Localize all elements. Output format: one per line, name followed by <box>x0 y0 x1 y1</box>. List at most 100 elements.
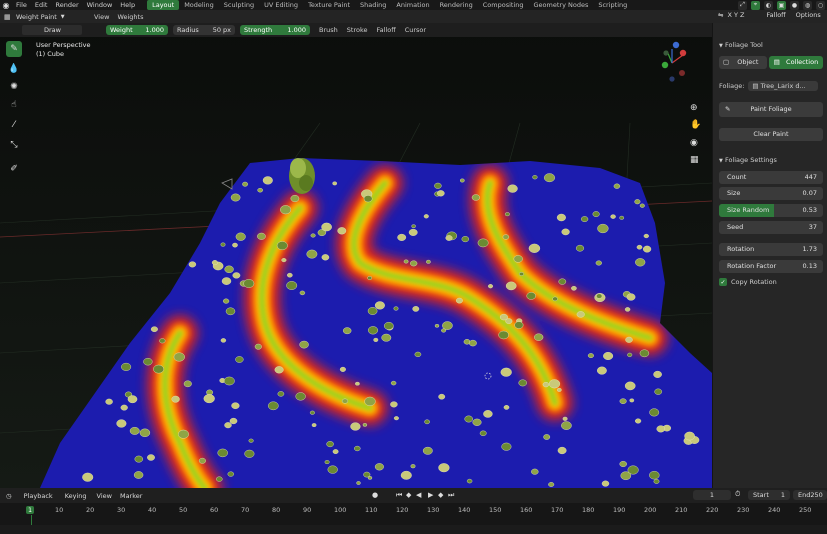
end-frame-field[interactable]: End 250 <box>793 490 827 500</box>
menu-file[interactable]: File <box>12 0 31 10</box>
rendered-shading-icon[interactable]: ○ <box>816 0 825 10</box>
menu-render[interactable]: Render <box>51 0 82 10</box>
menu-edit[interactable]: Edit <box>31 0 52 10</box>
foliage-instance <box>504 212 510 217</box>
tab-compositing[interactable]: Compositing <box>478 0 529 10</box>
tab-sculpting[interactable]: Sculpting <box>219 0 259 10</box>
draw-brush-icon[interactable]: ✎ <box>6 41 22 57</box>
clear-paint-button[interactable]: Clear Paint <box>719 128 823 141</box>
transform-icon[interactable]: ⤢ <box>738 0 747 10</box>
copy-rotation-checkbox[interactable]: ✓ <box>719 278 727 286</box>
next-keyframe-icon[interactable]: ◆ <box>438 491 443 499</box>
axis-xyz[interactable]: X Y Z <box>727 11 744 19</box>
zoom-icon[interactable]: ⊕ <box>690 103 698 113</box>
ortho-grid-icon[interactable]: ▦ <box>690 155 699 165</box>
options-dropdown[interactable]: Options <box>796 11 821 19</box>
menu-window[interactable]: Window <box>83 0 117 10</box>
3d-viewport[interactable]: User Perspective (1) Cube ⊕ ✋ ◉ ▦ <box>0 23 712 488</box>
object-mode-button[interactable]: ▢ Object <box>719 56 767 69</box>
clock-icon[interactable]: ◷ <box>6 492 12 500</box>
foliage-settings-header[interactable]: ▼ Foliage Settings <box>719 156 777 164</box>
foliage-instance <box>534 333 544 341</box>
foliage-instance <box>624 307 631 312</box>
timeline-view-menu[interactable]: View <box>97 492 112 500</box>
editor-type-icon[interactable]: ▦ <box>4 13 11 21</box>
prev-keyframe-icon[interactable]: ◆ <box>406 491 411 499</box>
jump-start-icon[interactable]: ⏮ <box>396 491 402 500</box>
stopwatch-icon[interactable]: ⏱ <box>735 490 740 499</box>
play-reverse-icon[interactable]: ◀ <box>416 491 421 499</box>
strength-field[interactable]: Strength 1.000 <box>240 25 310 35</box>
paint-foliage-button[interactable]: ✎ Paint Foliage <box>719 102 823 117</box>
menu-view[interactable]: View <box>94 13 109 21</box>
timeline-tick: 90 <box>303 506 312 514</box>
viewport-canvas[interactable] <box>0 23 712 488</box>
brush-dropdown[interactable]: Brush <box>319 26 338 34</box>
playhead[interactable] <box>31 515 32 525</box>
seed-field[interactable]: Seed 37 <box>719 221 823 234</box>
tab-texture-paint[interactable]: Texture Paint <box>303 0 355 10</box>
play-icon[interactable]: ▶ <box>428 491 433 499</box>
current-frame-field[interactable]: 1 <box>693 490 731 500</box>
snap-icon[interactable]: ⌖ <box>751 0 760 10</box>
menu-weights[interactable]: Weights <box>117 13 143 21</box>
mirror-icon[interactable]: ⇋ <box>718 11 723 19</box>
collection-mode-button[interactable]: ▤ Collection <box>769 56 823 69</box>
foliage-instance <box>597 223 609 234</box>
keying-dropdown[interactable]: Keying <box>65 492 87 500</box>
blender-logo-icon[interactable]: ◉ <box>0 0 12 10</box>
foliage-instance <box>381 333 392 342</box>
foliage-instance <box>455 297 463 304</box>
tab-shading[interactable]: Shading <box>355 0 391 10</box>
gradient-icon[interactable]: ⤡ <box>6 137 22 153</box>
start-frame-field[interactable]: Start 1 <box>748 490 790 500</box>
timeline-tick: 140 <box>458 506 471 514</box>
foliage-instance <box>133 471 144 479</box>
foliage-instance <box>513 255 523 263</box>
foliage-tool-header[interactable]: ▼ Foliage Tool <box>719 41 763 49</box>
marker-menu[interactable]: Marker <box>120 492 142 500</box>
jump-end-icon[interactable]: ⏭ <box>448 491 454 500</box>
annotate-icon[interactable]: ✐ <box>6 161 22 177</box>
blur-drop-icon[interactable]: 💧 <box>6 61 22 77</box>
radius-field[interactable]: Radius 50 px <box>173 25 235 35</box>
weight-field[interactable]: Weight 1.000 <box>106 25 168 35</box>
rotation-field[interactable]: Rotation 1.73 <box>719 243 823 256</box>
tab-rendering[interactable]: Rendering <box>435 0 478 10</box>
collection-button-label: Collection <box>786 58 819 66</box>
smear-icon[interactable]: ☝ <box>6 97 22 113</box>
tab-animation[interactable]: Animation <box>391 0 434 10</box>
solid-shading-icon[interactable]: ● <box>790 0 799 10</box>
rotation-label: Rotation <box>727 245 755 253</box>
foliage-instance <box>217 448 228 458</box>
tab-geometry-nodes[interactable]: Geometry Nodes <box>529 0 594 10</box>
tool-draw-field[interactable]: Draw <box>22 25 82 35</box>
average-icon[interactable]: ✺ <box>6 79 22 95</box>
tab-layout[interactable]: Layout <box>147 0 180 10</box>
sample-weight-icon[interactable]: ⁄ <box>6 117 22 133</box>
count-field[interactable]: Count 447 <box>719 171 823 184</box>
timeline-scrubber[interactable]: 1 10 20 30 40 50 60 70 80 90 100 110 120 130 140 150 160… <box>0 503 827 525</box>
pan-hand-icon[interactable]: ✋ <box>690 120 701 130</box>
cursor-dropdown[interactable]: Cursor <box>405 26 426 34</box>
rotation-factor-field[interactable]: Rotation Factor 0.13 <box>719 260 823 273</box>
overlay-icon[interactable]: ◐ <box>764 0 773 10</box>
material-shading-icon[interactable]: ◍ <box>803 0 812 10</box>
tab-scripting[interactable]: Scripting <box>593 0 632 10</box>
stroke-dropdown[interactable]: Stroke <box>347 26 368 34</box>
size-field[interactable]: Size 0.07 <box>719 187 823 200</box>
mode-dropdown[interactable]: Weight Paint ▼ <box>16 12 86 22</box>
playback-dropdown[interactable]: Playback <box>24 492 53 500</box>
foliage-instance <box>548 379 561 389</box>
foliage-collection-field[interactable]: ▤ Tree_Larix d... <box>748 81 819 91</box>
menu-help[interactable]: Help <box>116 0 139 10</box>
size-random-slider[interactable]: Size Random 0.53 <box>719 204 823 217</box>
record-icon[interactable]: ● <box>372 491 378 499</box>
tab-modeling[interactable]: Modeling <box>179 0 219 10</box>
falloff-tool-dropdown[interactable]: Falloff <box>376 26 395 34</box>
camera-view-icon[interactable]: ◉ <box>690 138 698 148</box>
foliage-label: Foliage: <box>719 82 745 90</box>
tab-uv-editing[interactable]: UV Editing <box>259 0 303 10</box>
falloff-dropdown[interactable]: Falloff <box>766 11 785 19</box>
xray-icon[interactable]: ▣ <box>777 0 786 10</box>
